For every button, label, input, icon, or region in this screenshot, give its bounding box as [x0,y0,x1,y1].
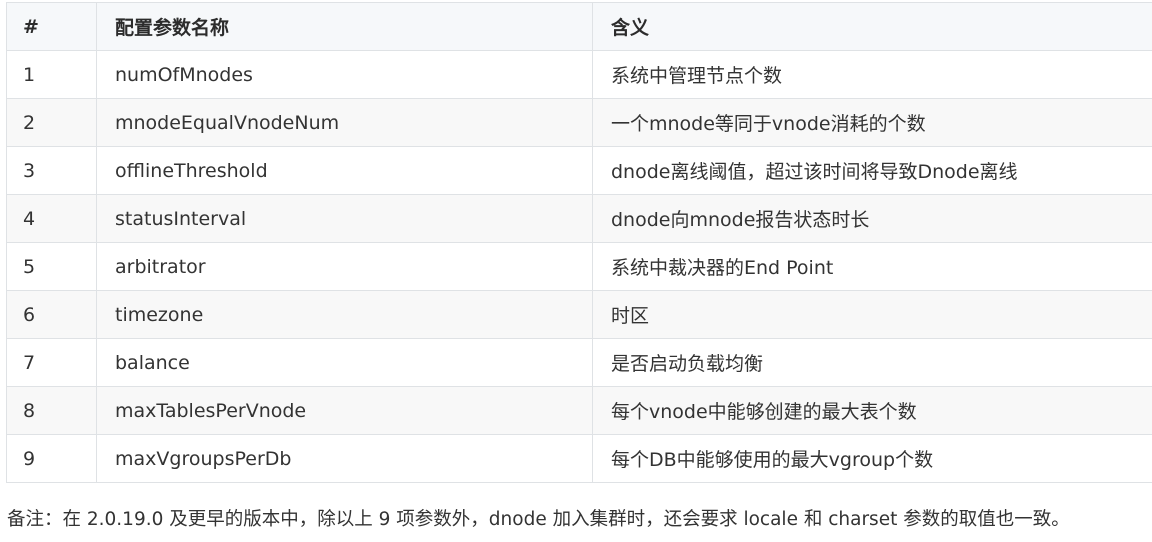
row-number: 9 [6,434,97,483]
table-body: 1 numOfMnodes 系统中管理节点个数 2 mnodeEqualVnod… [6,50,1152,483]
table-row: 2 mnodeEqualVnodeNum 一个mnode等同于vnode消耗的个… [6,98,1152,147]
table-header-row: # 配置参数名称 含义 [6,2,1152,51]
row-number: 3 [6,146,97,195]
parameter-meaning: 系统中裁决器的End Point [592,242,1152,291]
parameter-name: statusInterval [96,194,593,243]
row-number: 5 [6,242,97,291]
row-number: 8 [6,386,97,435]
row-number: 2 [6,98,97,147]
config-table-container: # 配置参数名称 含义 1 numOfMnodes 系统中管理节点个数 2 mn… [6,2,1152,483]
parameter-meaning: 是否启动负载均衡 [592,338,1152,387]
row-number: 1 [6,50,97,99]
parameter-name: offlineThreshold [96,146,593,195]
parameter-meaning: dnode离线阈值，超过该时间将导致Dnode离线 [592,146,1152,195]
table-row: 1 numOfMnodes 系统中管理节点个数 [6,50,1152,99]
parameter-meaning: 时区 [592,290,1152,339]
parameter-name: timezone [96,290,593,339]
row-number: 4 [6,194,97,243]
config-parameters-table: # 配置参数名称 含义 1 numOfMnodes 系统中管理节点个数 2 mn… [6,2,1152,483]
parameter-meaning: dnode向mnode报告状态时长 [592,194,1152,243]
header-number: # [6,2,97,51]
parameter-meaning: 系统中管理节点个数 [592,50,1152,99]
table-row: 5 arbitrator 系统中裁决器的End Point [6,242,1152,291]
header-meaning: 含义 [592,2,1152,51]
parameter-meaning: 一个mnode等同于vnode消耗的个数 [592,98,1152,147]
parameter-name: mnodeEqualVnodeNum [96,98,593,147]
parameter-name: numOfMnodes [96,50,593,99]
parameter-meaning: 每个vnode中能够创建的最大表个数 [592,386,1152,435]
table-header: # 配置参数名称 含义 [6,2,1152,51]
table-row: 3 offlineThreshold dnode离线阈值，超过该时间将导致Dno… [6,146,1152,195]
row-number: 7 [6,338,97,387]
table-row: 4 statusInterval dnode向mnode报告状态时长 [6,194,1152,243]
parameter-name: balance [96,338,593,387]
table-row: 9 maxVgroupsPerDb 每个DB中能够使用的最大vgroup个数 [6,434,1152,483]
footnote-remark: 备注：在 2.0.19.0 及更早的版本中，除以上 9 项参数外，dnode 加… [7,509,1070,530]
table-row: 6 timezone 时区 [6,290,1152,339]
parameter-name: maxVgroupsPerDb [96,434,593,483]
parameter-name: arbitrator [96,242,593,291]
parameter-name: maxTablesPerVnode [96,386,593,435]
header-parameter-name: 配置参数名称 [96,2,593,51]
parameter-meaning: 每个DB中能够使用的最大vgroup个数 [592,434,1152,483]
table-row: 8 maxTablesPerVnode 每个vnode中能够创建的最大表个数 [6,386,1152,435]
row-number: 6 [6,290,97,339]
table-row: 7 balance 是否启动负载均衡 [6,338,1152,387]
